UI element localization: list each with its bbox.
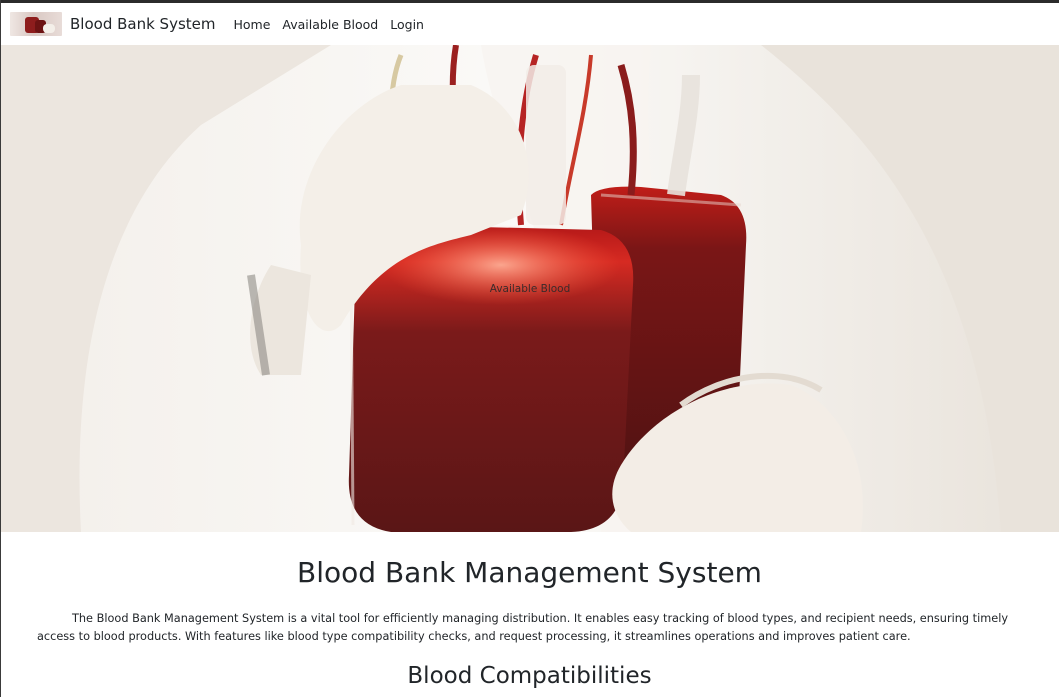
nav-link-login[interactable]: Login xyxy=(386,17,428,32)
blood-bag-logo-icon xyxy=(10,12,62,36)
hero-caption: Available Blood xyxy=(489,283,571,295)
nav-link-home[interactable]: Home xyxy=(229,17,274,32)
brand-link[interactable]: Blood Bank System xyxy=(10,12,215,36)
nav-link-available-blood[interactable]: Available Blood xyxy=(278,17,382,32)
intro-paragraph: The Blood Bank Management System is a vi… xyxy=(37,612,1009,643)
nav-links: Home Available Blood Login xyxy=(225,17,428,32)
page-title: Blood Bank Management System xyxy=(297,556,762,589)
brand-name: Blood Bank System xyxy=(70,15,216,33)
section-title-blood-compatibilities: Blood Compatibilities xyxy=(407,663,652,689)
hero-banner: Available Blood xyxy=(1,45,1059,532)
navbar: Blood Bank System Home Available Blood L… xyxy=(1,3,1059,45)
